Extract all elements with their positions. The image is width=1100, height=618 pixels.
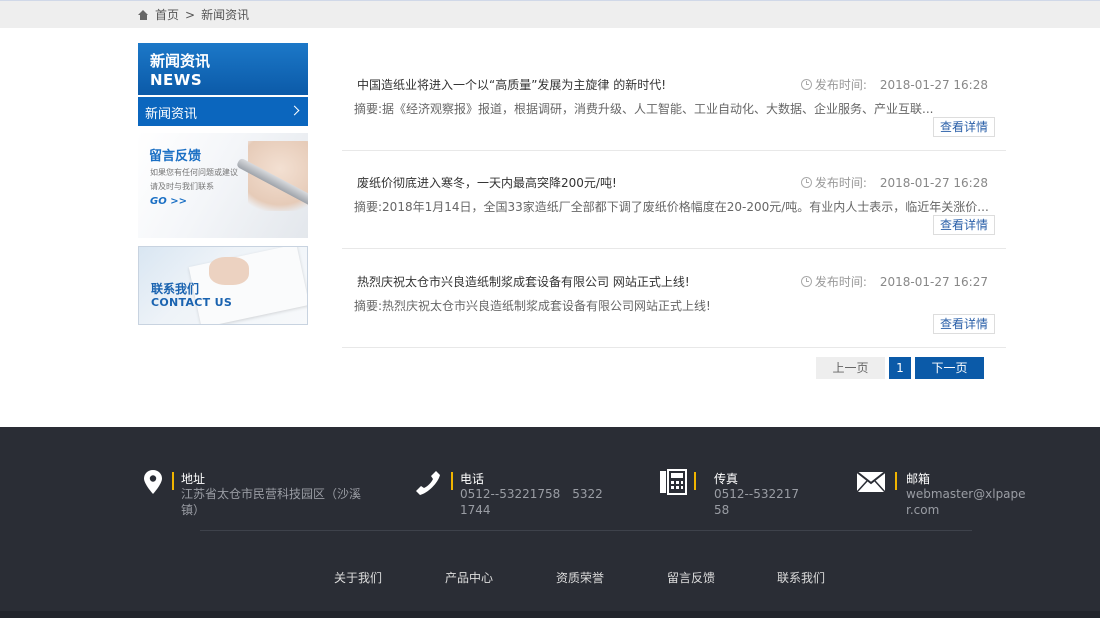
news-summary: 摘要:热烈庆祝太仓市兴良造纸制浆成套设备有限公司网站正式上线! (354, 299, 711, 313)
footer-fax-label: 传真 (714, 472, 739, 486)
news-list-item: 中国造纸业将进入一个以“高质量”发展为主旋律 的新时代! 发布时间: 2018-… (342, 52, 1006, 151)
footer-nav-contact[interactable]: 联系我们 (777, 569, 825, 586)
pagination: 上一页 1 下一页 (816, 357, 984, 379)
news-date-label: 发布时间: (814, 275, 867, 289)
news-date: 发布时间: 2018-01-27 16:28 (800, 76, 988, 93)
footer-email-label: 邮箱 (906, 472, 931, 486)
footer-nav-about[interactable]: 关于我们 (334, 569, 382, 586)
footer-nav-feedback[interactable]: 留言反馈 (667, 569, 715, 586)
view-details-button[interactable]: 查看详情 (932, 215, 995, 235)
news-title-link[interactable]: 热烈庆祝太仓市兴良造纸制浆成套设备有限公司 网站正式上线! (357, 273, 690, 290)
contact-banner-title-zh: 联系我们 (151, 282, 200, 296)
home-icon[interactable] (138, 9, 149, 20)
chevron-right-icon (289, 105, 300, 116)
news-date-value: 2018-01-27 16:28 (879, 175, 988, 190)
clock-icon (800, 79, 812, 90)
news-summary: 摘要:2018年1月14日，全国33家造纸厂全部都下调了废纸价格幅度在20-20… (354, 200, 989, 214)
contact-banner[interactable]: 联系我们 CONTACT US (138, 246, 308, 325)
accent-bar (694, 472, 696, 490)
feedback-banner[interactable]: 留言反馈 如果您有任何问题或建议 请及时与我们联系 GO >> (138, 133, 308, 238)
sidebar-header: 新闻资讯 NEWS (138, 43, 308, 95)
footer-nav-products[interactable]: 产品中心 (445, 569, 493, 586)
clock-icon (800, 276, 812, 287)
footer-divider (200, 530, 972, 531)
news-date-label: 发布时间: (814, 176, 867, 190)
breadcrumb: 首页 > 新闻资讯 (138, 6, 249, 23)
page-number-button[interactable]: 1 (889, 357, 911, 379)
news-list-item: 废纸价彻底进入寒冬，一天内最高突降200元/吨! 发布时间: 2018-01-2… (342, 150, 1006, 249)
news-date: 发布时间: 2018-01-27 16:27 (800, 273, 988, 290)
news-list-item: 热烈庆祝太仓市兴良造纸制浆成套设备有限公司 网站正式上线! 发布时间: 2018… (342, 249, 1006, 348)
sidebar-item-news[interactable]: 新闻资讯 (138, 97, 308, 126)
breadcrumb-home-link[interactable]: 首页 (155, 6, 179, 23)
footer-address-value: 江苏省太仓市民营科技园区（沙溪镇） (181, 487, 362, 517)
view-details-button[interactable]: 查看详情 (932, 117, 995, 137)
location-pin-icon (144, 470, 162, 494)
breadcrumb-current: 新闻资讯 (201, 8, 250, 22)
news-title-link[interactable]: 废纸价彻底进入寒冬，一天内最高突降200元/吨! (357, 174, 617, 191)
breadcrumb-separator: > (185, 7, 196, 22)
news-date-label: 发布时间: (814, 78, 867, 92)
clock-icon (800, 177, 812, 188)
phone-icon (416, 471, 440, 495)
accent-bar (895, 472, 897, 490)
fax-icon (660, 469, 687, 495)
next-page-button[interactable]: 下一页 (915, 357, 984, 379)
prev-page-button[interactable]: 上一页 (816, 357, 885, 379)
footer-email-link[interactable]: webmaster@xlpaper.com (906, 486, 1028, 518)
news-date-value: 2018-01-27 16:28 (879, 77, 988, 92)
feedback-banner-text: 如果您有任何问题或建议 请及时与我们联系 (150, 168, 238, 191)
sidebar-title-en: NEWS (150, 71, 203, 89)
news-summary: 摘要:据《经济观察报》报道，根据调研，消费升级、人工智能、工业自动化、大数据、企… (354, 102, 934, 116)
footer-bottom-strip (0, 611, 1100, 618)
envelope-icon (856, 471, 886, 493)
hand-image (209, 257, 249, 285)
news-date-value: 2018-01-27 16:27 (879, 274, 988, 289)
news-title-link[interactable]: 中国造纸业将进入一个以“高质量”发展为主旋律 的新时代! (357, 76, 666, 93)
paper-image (188, 247, 307, 324)
footer: 地址 江苏省太仓市民营科技园区（沙溪镇） 电话 0512--53221758 5… (0, 427, 1100, 618)
news-date: 发布时间: 2018-01-27 16:28 (800, 174, 988, 191)
accent-bar (172, 472, 174, 490)
footer-nav-qualifications[interactable]: 资质荣誉 (556, 569, 604, 586)
sidebar-title-zh: 新闻资讯 (150, 52, 211, 70)
footer-fax-value: 0512--53221758 (714, 487, 800, 517)
contact-banner-title-en: CONTACT US (151, 296, 233, 309)
footer-phone-value: 0512--53221758 53221744 (460, 487, 603, 517)
footer-phone-label: 电话 (460, 472, 485, 486)
breadcrumb-bar: 首页 > 新闻资讯 (0, 0, 1100, 28)
feedback-banner-title: 留言反馈 (149, 149, 202, 164)
footer-address-label: 地址 (181, 472, 206, 486)
feedback-go-link[interactable]: GO >> (150, 196, 187, 207)
view-details-button[interactable]: 查看详情 (932, 314, 995, 334)
accent-bar (451, 472, 453, 490)
sidebar-item-label: 新闻资讯 (145, 107, 198, 122)
